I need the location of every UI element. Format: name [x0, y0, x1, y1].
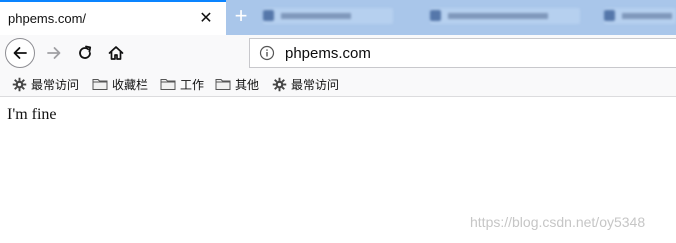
nav-toolbar: phpems.com [0, 35, 676, 73]
bookmark-label: 收藏栏 [112, 77, 149, 92]
bookmark-folder-work[interactable]: 工作 [160, 76, 204, 92]
tab-strip: phpems.com/ ✕ + [0, 0, 676, 35]
arrow-left-icon [13, 47, 27, 59]
bookmark-label: 最常访问 [31, 77, 80, 92]
favicon-icon [604, 10, 615, 21]
reload-icon [79, 45, 92, 59]
bookmark-folder-favorites[interactable]: 收藏栏 [92, 76, 148, 92]
back-button[interactable] [5, 38, 35, 68]
gear-icon [272, 77, 287, 91]
forward-button[interactable] [39, 38, 69, 68]
new-tab-button[interactable]: + [231, 5, 251, 27]
folder-icon [215, 79, 231, 90]
background-tab[interactable] [604, 8, 676, 24]
url-text[interactable]: phpems.com [285, 45, 371, 62]
tab-title: phpems.com/ [8, 11, 87, 26]
watermark: https://blog.csdn.net/oy5348 [470, 214, 646, 230]
arrow-right-icon [47, 47, 61, 59]
blurred-tab-title [281, 13, 351, 19]
bookmark-label: 其他 [235, 77, 260, 92]
favicon-icon [263, 10, 274, 21]
favicon-icon [430, 10, 441, 21]
home-button[interactable] [101, 38, 131, 68]
bookmark-folder-other[interactable]: 其他 [215, 76, 259, 92]
reload-button[interactable] [70, 38, 100, 68]
page-body-text: I'm fine [7, 106, 57, 123]
info-icon[interactable] [259, 45, 275, 61]
bookmark-label: 最常访问 [291, 77, 340, 92]
gear-icon [12, 77, 27, 91]
url-bar[interactable]: phpems.com [249, 38, 676, 68]
home-icon [108, 46, 124, 60]
bookmark-most-visited[interactable]: 最常访问 [12, 76, 79, 92]
blurred-tab-title [448, 13, 548, 19]
blurred-tab-title [622, 13, 672, 19]
background-tab[interactable] [430, 8, 580, 24]
bookmarks-toolbar: 最常访问 收藏栏 工作 其他 最常访问 [0, 72, 676, 97]
folder-icon [92, 79, 108, 90]
folder-icon [160, 79, 176, 90]
bookmark-label: 工作 [180, 77, 205, 92]
close-tab-icon[interactable]: ✕ [197, 10, 215, 28]
tab-active[interactable]: phpems.com/ ✕ [0, 0, 226, 35]
background-tab[interactable] [263, 8, 393, 24]
bookmark-most-visited-2[interactable]: 最常访问 [272, 76, 339, 92]
